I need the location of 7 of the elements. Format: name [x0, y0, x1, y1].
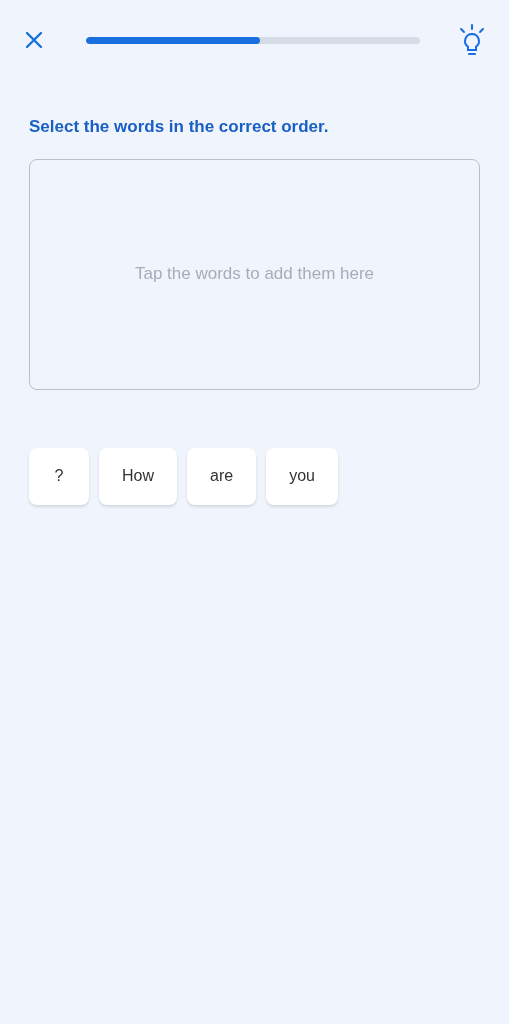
word-tile[interactable]: How: [99, 447, 177, 505]
answer-placeholder: Tap the words to add them here: [134, 263, 375, 286]
word-tile[interactable]: ?: [29, 447, 89, 505]
word-tile[interactable]: are: [187, 447, 257, 505]
lightbulb-icon[interactable]: [457, 23, 487, 57]
word-tile[interactable]: you: [266, 447, 338, 505]
instruction-text: Select the words in the correct order.: [29, 116, 330, 138]
